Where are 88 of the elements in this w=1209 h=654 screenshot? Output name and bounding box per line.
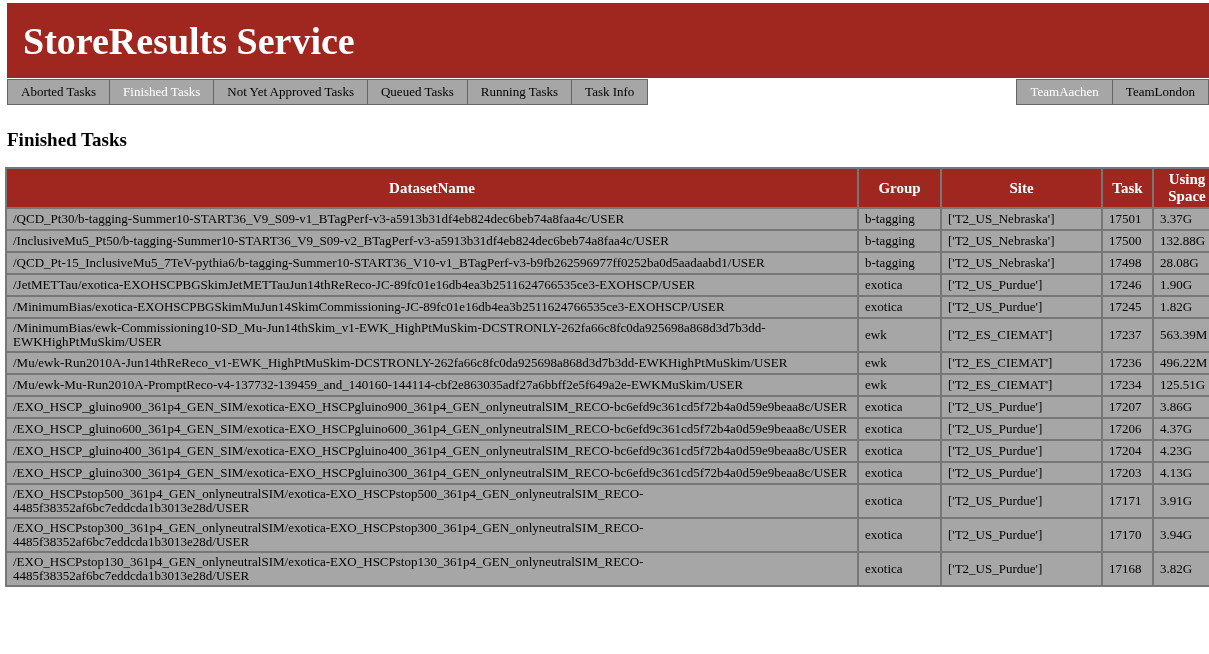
table-cell: 17203 xyxy=(1103,463,1152,483)
column-header: Site xyxy=(942,169,1101,207)
table-cell: ['T2_US_Purdue'] xyxy=(942,519,1101,551)
table-cell: /EXO_HSCP_gluino900_361p4_GEN_SIM/exotica-EXO_HSCPgluino900_361p4_GEN_onlyneutralSIM_RECO-bc6efd9c361cd5f72b4a0d59e9beaa8c/USER xyxy=(7,397,857,417)
table-cell: 3.91G xyxy=(1154,485,1209,517)
table-cell: 17236 xyxy=(1103,353,1152,373)
table-cell: b-tagging xyxy=(859,209,940,229)
table-cell: ewk xyxy=(859,319,940,351)
table-cell: /Mu/ewk-Mu-Run2010A-PromptReco-v4-137732-139459_and_140160-144114-cbf2e863035adf27a6bbff2e5f649a2e-EWKMuSkim/USER xyxy=(7,375,857,395)
table-cell: 4.37G xyxy=(1154,419,1209,439)
table-cell: exotica xyxy=(859,485,940,517)
column-header: Task xyxy=(1103,169,1152,207)
table-cell: ['T2_US_Nebraska'] xyxy=(942,209,1101,229)
nav-tab[interactable]: Aborted Tasks xyxy=(7,79,111,105)
table-cell: 3.86G xyxy=(1154,397,1209,417)
table-cell: /EXO_HSCPstop130_361p4_GEN_onlyneutralSIM/exotica-EXO_HSCPstop130_361p4_GEN_onlyneutralSIM_RECO-4485f38352af6bc7eddcda1b3013e28d/USER xyxy=(7,553,857,585)
table-cell: ['T2_ES_CIEMAT'] xyxy=(942,353,1101,373)
table-cell: /QCD_Pt30/b-tagging-Summer10-START36_V9_S09-v1_BTagPerf-v3-a5913b31df4eb824dec6beb74a8faa4c/USER xyxy=(7,209,857,229)
table-cell: 125.51G xyxy=(1154,375,1209,395)
table-cell: 3.94G xyxy=(1154,519,1209,551)
table-cell: ['T2_US_Purdue'] xyxy=(942,441,1101,461)
column-header: Using Space xyxy=(1154,169,1209,207)
table-cell: 28.08G xyxy=(1154,253,1209,273)
nav-tab[interactable]: Queued Tasks xyxy=(368,79,468,105)
table-cell: /EXO_HSCPstop300_361p4_GEN_onlyneutralSIM/exotica-EXO_HSCPstop300_361p4_GEN_onlyneutralSIM_RECO-4485f38352af6bc7eddcda1b3013e28d/USER xyxy=(7,519,857,551)
table-cell: ['T2_ES_CIEMAT'] xyxy=(942,319,1101,351)
table-cell: /EXO_HSCPstop500_361p4_GEN_onlyneutralSIM/exotica-EXO_HSCPstop500_361p4_GEN_onlyneutralSIM_RECO-4485f38352af6bc7eddcda1b3013e28d/USER xyxy=(7,485,857,517)
table-cell: /MinimumBias/exotica-EXOHSCPBGSkimMuJun14SkimCommissioning-JC-89fc01e16db4ea3b2511624766535ce3-EXOHSCP/USER xyxy=(7,297,857,317)
table-cell: 17501 xyxy=(1103,209,1152,229)
table-cell: ['T2_US_Nebraska'] xyxy=(942,231,1101,251)
page-title: StoreResults Service xyxy=(23,18,355,63)
table-cell: 17206 xyxy=(1103,419,1152,439)
table-cell: ['T2_US_Purdue'] xyxy=(942,485,1101,517)
table-cell: 17170 xyxy=(1103,519,1152,551)
table-cell: exotica xyxy=(859,297,940,317)
table-cell: 17245 xyxy=(1103,297,1152,317)
section-heading: Finished Tasks xyxy=(7,129,128,151)
table-cell: ['T2_US_Purdue'] xyxy=(942,297,1101,317)
table-cell: /Mu/ewk-Run2010A-Jun14thReReco_v1-EWK_HighPtMuSkim-DCSTRONLY-262fa66c8fc0da925698a868d3d7b3dd-EWKHighPtMuSkim/USER xyxy=(7,353,857,373)
table-cell: ['T2_US_Nebraska'] xyxy=(942,253,1101,273)
table-cell: ['T2_US_Purdue'] xyxy=(942,553,1101,585)
table-cell: ['T2_US_Purdue'] xyxy=(942,397,1101,417)
table-cell: 132.88G xyxy=(1154,231,1209,251)
table-cell: 496.22M xyxy=(1154,353,1209,373)
table-cell: b-tagging xyxy=(859,231,940,251)
table-cell: /EXO_HSCP_gluino600_361p4_GEN_SIM/exotica-EXO_HSCPgluino600_361p4_GEN_onlyneutralSIM_RECO-bc6efd9c361cd5f72b4a0d59e9beaa8c/USER xyxy=(7,419,857,439)
table-cell: 1.90G xyxy=(1154,275,1209,295)
table-cell: 17237 xyxy=(1103,319,1152,351)
table-cell: 1.82G xyxy=(1154,297,1209,317)
table-cell: 17234 xyxy=(1103,375,1152,395)
table-cell: ['T2_US_Purdue'] xyxy=(942,275,1101,295)
column-header: Group xyxy=(859,169,940,207)
nav-tab[interactable]: Task Info xyxy=(572,79,649,105)
column-header: DatasetName xyxy=(7,169,857,207)
table-cell: 17171 xyxy=(1103,485,1152,517)
nav-tab[interactable]: Running Tasks xyxy=(467,79,573,105)
table-cell: exotica xyxy=(859,419,940,439)
team-tab[interactable]: TeamLondon xyxy=(1112,79,1209,105)
table-cell: exotica xyxy=(859,463,940,483)
nav-tab[interactable]: Not Yet Approved Tasks xyxy=(214,79,368,105)
table-cell: /InclusiveMu5_Pt50/b-tagging-Summer10-START36_V9_S09-v2_BTagPerf-v3-a5913b31df4eb824dec6beb74a8faa4c/USER xyxy=(7,231,857,251)
table-cell: b-tagging xyxy=(859,253,940,273)
table-cell: 4.23G xyxy=(1154,441,1209,461)
table-cell: 17500 xyxy=(1103,231,1152,251)
table-cell: /MinimumBias/ewk-Commissioning10-SD_Mu-Jun14thSkim_v1-EWK_HighPtMuSkim-DCSTRONLY-262fa66c8fc0da925698a868d3d7b3dd-EWKHighPtMuSkim/USER xyxy=(7,319,857,351)
table-cell: ewk xyxy=(859,353,940,373)
table-cell: /EXO_HSCP_gluino300_361p4_GEN_SIM/exotica-EXO_HSCPgluino300_361p4_GEN_onlyneutralSIM_RECO-bc6efd9c361cd5f72b4a0d59e9beaa8c/USER xyxy=(7,463,857,483)
table-cell: ['T2_US_Purdue'] xyxy=(942,463,1101,483)
table-cell: 17204 xyxy=(1103,441,1152,461)
table-cell: 17498 xyxy=(1103,253,1152,273)
table-cell: /EXO_HSCP_gluino400_361p4_GEN_SIM/exotica-EXO_HSCPgluino400_361p4_GEN_onlyneutralSIM_RECO-bc6efd9c361cd5f72b4a0d59e9beaa8c/USER xyxy=(7,441,857,461)
table-cell: 17246 xyxy=(1103,275,1152,295)
table-cell: ['T2_US_Purdue'] xyxy=(942,419,1101,439)
table-cell: 563.39M xyxy=(1154,319,1209,351)
table-cell: /QCD_Pt-15_InclusiveMu5_7TeV-pythia6/b-tagging-Summer10-START36_V10-v1_BTagPerf-v3-b9fb262596977ff0252ba0d5aadaabd1/USER xyxy=(7,253,857,273)
table-cell: exotica xyxy=(859,519,940,551)
table-cell: 4.13G xyxy=(1154,463,1209,483)
table-cell: exotica xyxy=(859,441,940,461)
table-cell: 17207 xyxy=(1103,397,1152,417)
table-cell: exotica xyxy=(859,275,940,295)
table-cell: ewk xyxy=(859,375,940,395)
table-cell: exotica xyxy=(859,397,940,417)
table-cell: /JetMETTau/exotica-EXOHSCPBGSkimJetMETTauJun14thReReco-JC-89fc01e16db4ea3b2511624766535ce3-EXOHSCP/USER xyxy=(7,275,857,295)
table-cell: exotica xyxy=(859,553,940,585)
table-cell: 3.37G xyxy=(1154,209,1209,229)
table-cell: 3.82G xyxy=(1154,553,1209,585)
table-cell: ['T2_ES_CIEMAT'] xyxy=(942,375,1101,395)
table-cell: 17168 xyxy=(1103,553,1152,585)
